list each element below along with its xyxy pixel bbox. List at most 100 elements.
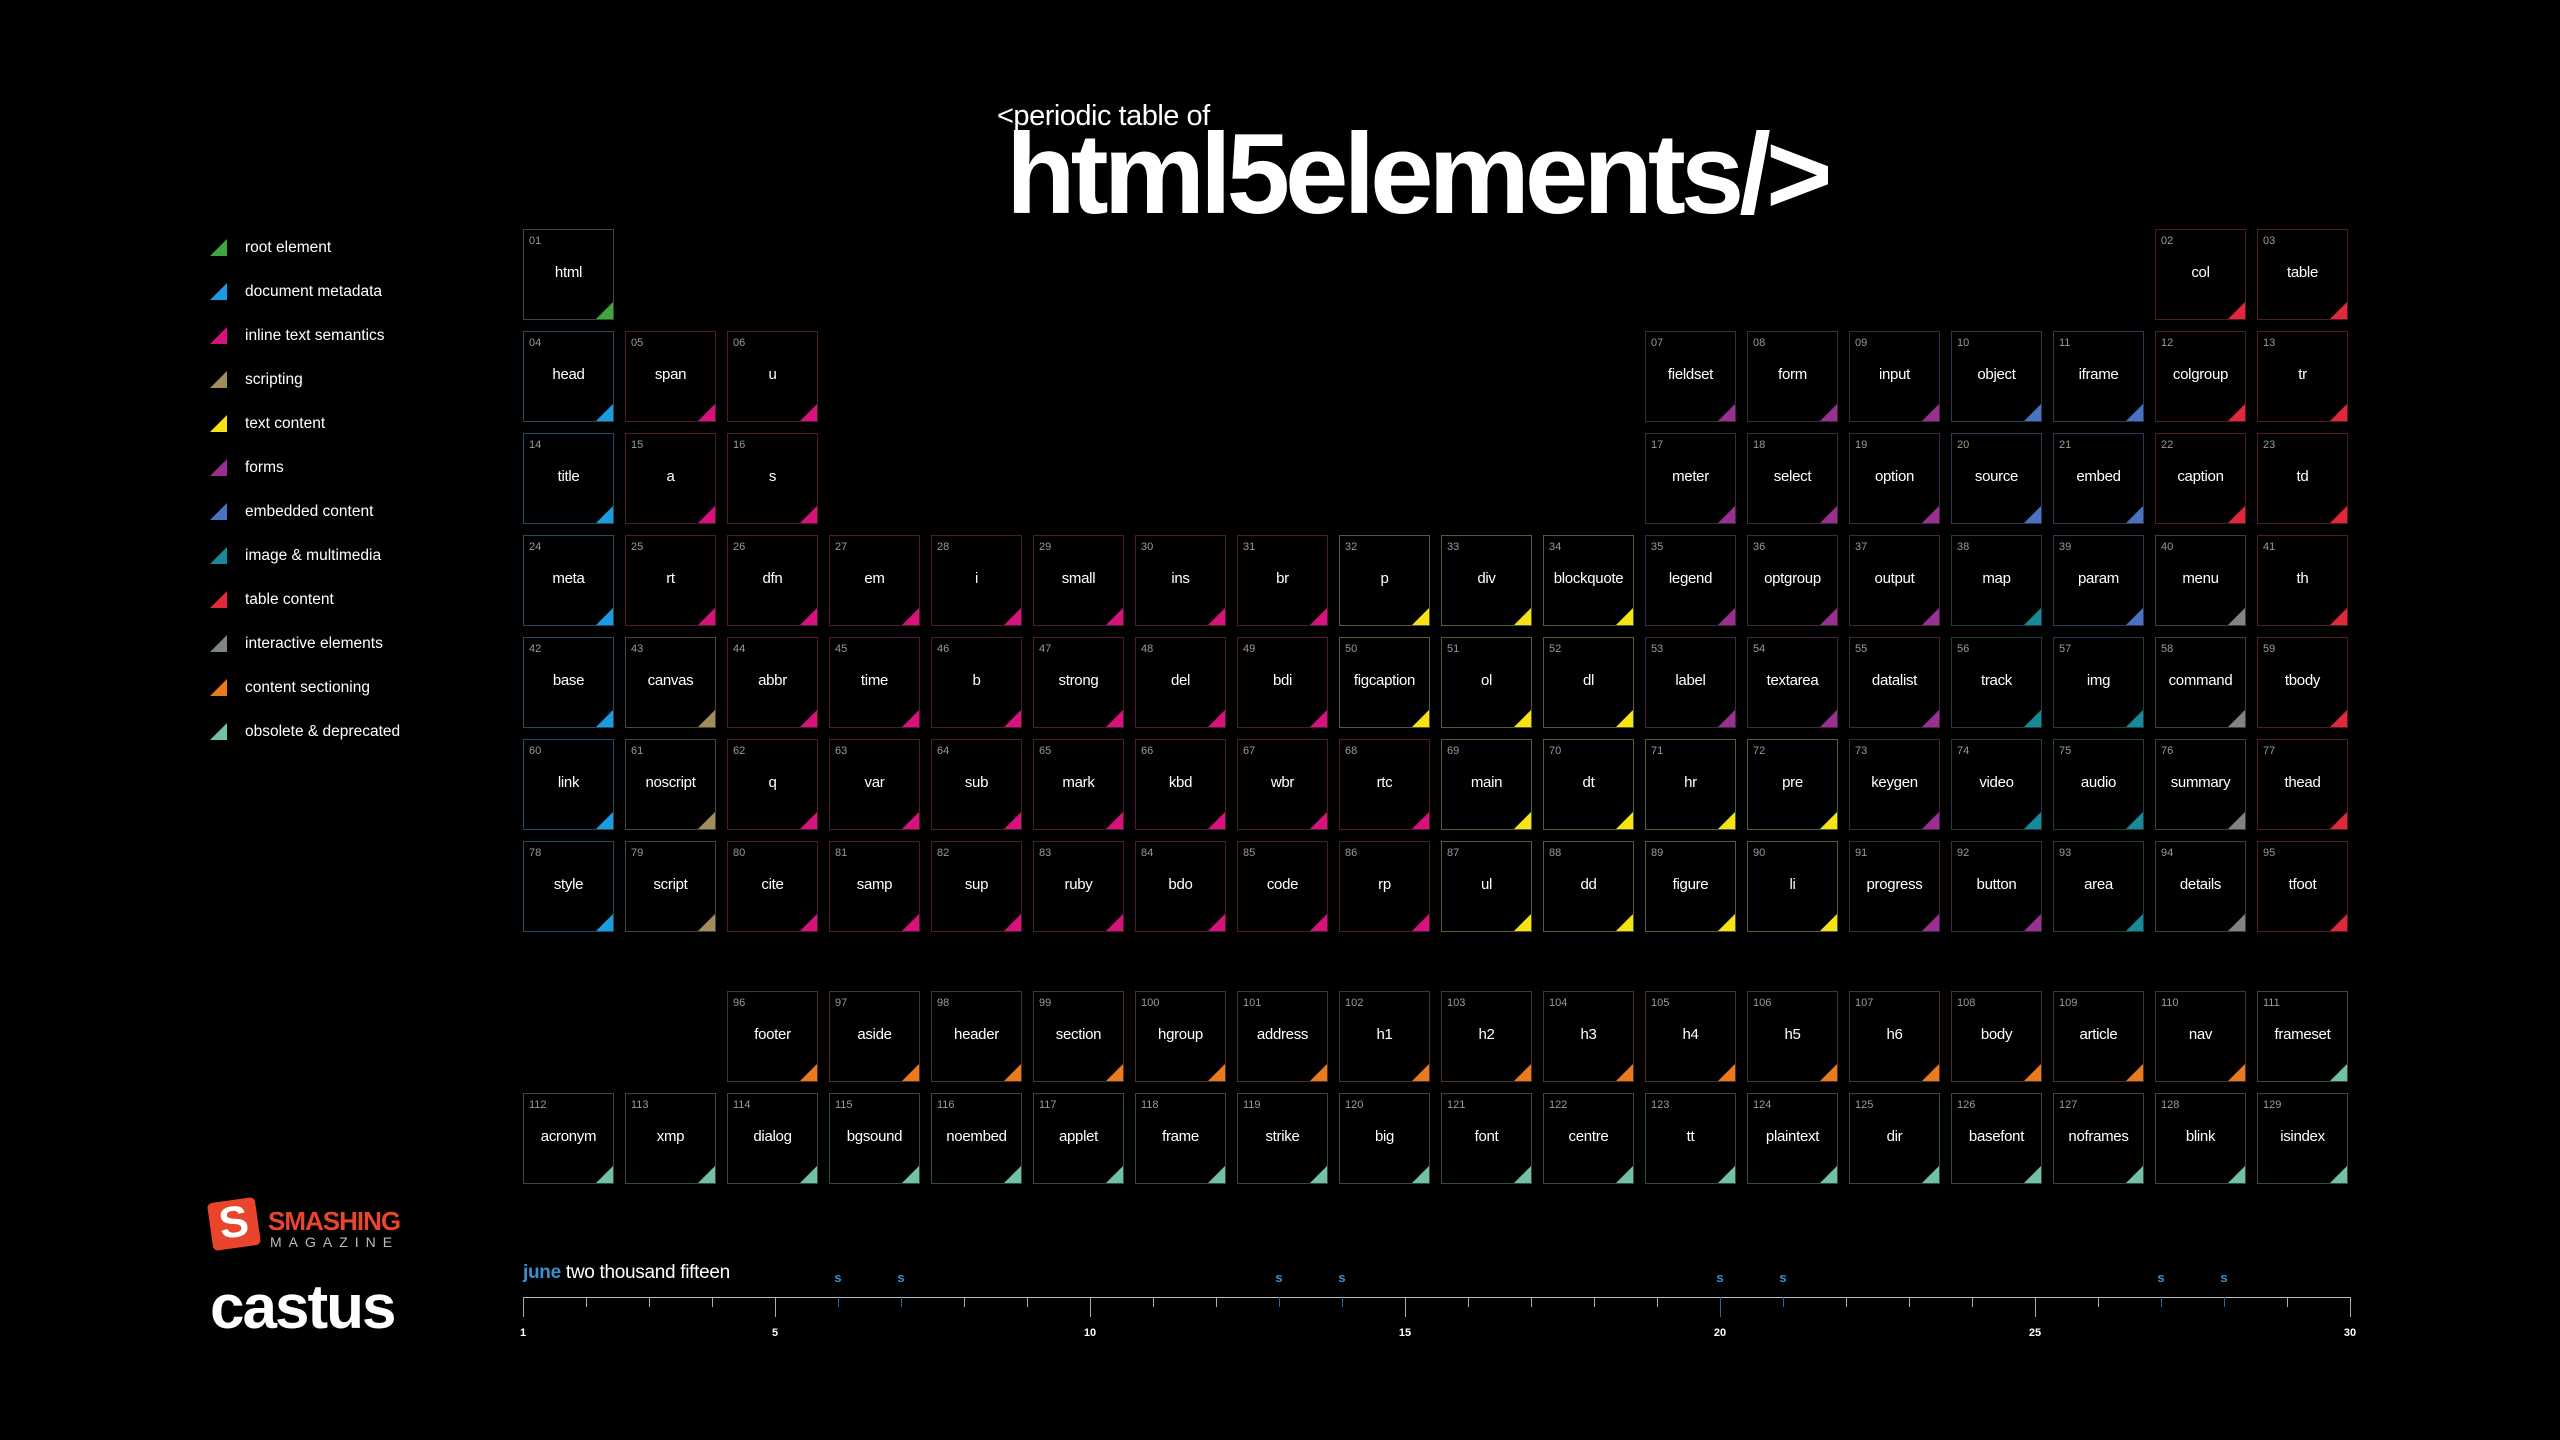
- category-triangle-icon: [2330, 812, 2347, 829]
- weekend-marker: s: [1716, 1270, 1724, 1285]
- category-triangle-icon: [596, 608, 613, 625]
- element-name: select: [1773, 468, 1812, 485]
- element-cell-meta: 24 meta: [523, 535, 614, 626]
- element-name: dir: [1886, 1128, 1903, 1145]
- category-triangle-icon: [596, 914, 613, 931]
- day-tick-7: [901, 1297, 902, 1307]
- legend-item-scripting: scripting: [210, 358, 400, 402]
- element-number: 105: [1651, 997, 1670, 1009]
- element-cell-canvas: 43 canvas: [625, 637, 716, 728]
- legend-item-media: image & multimedia: [210, 534, 400, 578]
- element-cell-ul: 87 ul: [1441, 841, 1532, 932]
- category-triangle-icon: [902, 710, 919, 727]
- element-name: label: [1675, 672, 1706, 689]
- category-triangle-icon: [1718, 1064, 1735, 1081]
- category-triangle-icon: [1412, 812, 1429, 829]
- category-triangle-icon: [2126, 506, 2143, 523]
- category-triangle-icon: [1208, 812, 1225, 829]
- element-name: s: [768, 468, 777, 485]
- category-triangle-icon: [2126, 404, 2143, 421]
- category-triangle-icon: [596, 812, 613, 829]
- weekend-marker: s: [2220, 1270, 2228, 1285]
- element-name: datalist: [1871, 672, 1918, 689]
- legend-item-table: table content: [210, 578, 400, 622]
- category-triangle-icon: [2126, 608, 2143, 625]
- element-number: 10: [1957, 337, 1970, 349]
- element-number: 77: [2263, 745, 2276, 757]
- element-cell-blockquote: 34 blockquote: [1543, 535, 1634, 626]
- legend-label: content sectioning: [245, 679, 370, 696]
- element-cell-select: 18 select: [1747, 433, 1838, 524]
- element-cell-button: 92 button: [1951, 841, 2042, 932]
- element-cell-u: 06 u: [727, 331, 818, 422]
- legend-item-metadata: document metadata: [210, 270, 400, 314]
- element-number: 05: [631, 337, 644, 349]
- day-label: 1: [519, 1327, 527, 1339]
- category-triangle-icon: [902, 1166, 919, 1183]
- element-name: video: [1979, 774, 2014, 791]
- day-tick-10: [1090, 1297, 1091, 1317]
- day-tick-8: [964, 1297, 965, 1307]
- element-number: 104: [1549, 997, 1568, 1009]
- element-number: 125: [1855, 1099, 1874, 1111]
- category-triangle-icon: [596, 1166, 613, 1183]
- element-number: 82: [937, 847, 950, 859]
- element-number: 13: [2263, 337, 2276, 349]
- category-triangle-icon: [1922, 506, 1939, 523]
- element-name: br: [1276, 570, 1289, 587]
- element-name: samp: [856, 876, 893, 893]
- element-number: 40: [2161, 541, 2174, 553]
- element-name: tfoot: [2288, 876, 2317, 893]
- element-name: blockquote: [1553, 570, 1624, 587]
- category-triangle-icon: [1208, 914, 1225, 931]
- element-name: section: [1055, 1026, 1102, 1043]
- element-number: 06: [733, 337, 746, 349]
- element-cell-output: 37 output: [1849, 535, 1940, 626]
- element-cell-noframes: 127 noframes: [2053, 1093, 2144, 1184]
- category-triangle-icon: [1412, 608, 1429, 625]
- element-cell-address: 101 address: [1237, 991, 1328, 1082]
- element-name: dt: [1582, 774, 1595, 791]
- element-name: main: [1470, 774, 1503, 791]
- element-number: 49: [1243, 643, 1256, 655]
- element-cell-hr: 71 hr: [1645, 739, 1736, 830]
- element-number: 63: [835, 745, 848, 757]
- calendar-year: two thousand fifteen: [565, 1262, 730, 1283]
- category-triangle-icon: [902, 1064, 919, 1081]
- element-name: bdi: [1272, 672, 1293, 689]
- element-cell-meter: 17 meter: [1645, 433, 1736, 524]
- element-cell-centre: 122 centre: [1543, 1093, 1634, 1184]
- category-triangle-icon: [2024, 710, 2041, 727]
- category-triangle-icon: [698, 506, 715, 523]
- element-cell-big: 120 big: [1339, 1093, 1430, 1184]
- element-name: li: [1789, 876, 1796, 893]
- category-triangle-icon: [1922, 404, 1939, 421]
- day-label: 30: [2343, 1327, 2357, 1339]
- element-cell-rp: 86 rp: [1339, 841, 1430, 932]
- category-triangle-icon: [2330, 506, 2347, 523]
- element-number: 23: [2263, 439, 2276, 451]
- element-cell-ins: 30 ins: [1135, 535, 1226, 626]
- day-label: 10: [1083, 1327, 1097, 1339]
- category-triangle-icon: [2330, 914, 2347, 931]
- element-cell-map: 38 map: [1951, 535, 2042, 626]
- timeline-axis: [523, 1297, 2350, 1298]
- element-number: 84: [1141, 847, 1154, 859]
- category-triangle-icon: [1820, 608, 1837, 625]
- element-number: 44: [733, 643, 746, 655]
- category-triangle-icon: [800, 404, 817, 421]
- element-number: 68: [1345, 745, 1358, 757]
- category-triangle-icon: [800, 1166, 817, 1183]
- day-tick-17: [1531, 1297, 1532, 1307]
- category-triangle-icon: [2228, 302, 2245, 319]
- element-cell-blink: 128 blink: [2155, 1093, 2246, 1184]
- element-number: 106: [1753, 997, 1772, 1009]
- publisher-name: SMASHING: [268, 1206, 401, 1236]
- element-number: 53: [1651, 643, 1664, 655]
- element-name: abbr: [758, 672, 787, 689]
- category-triangle-icon: [800, 1064, 817, 1081]
- category-triangle-icon: [1820, 506, 1837, 523]
- element-name: iframe: [2078, 366, 2119, 383]
- category-triangle-icon: [1310, 914, 1327, 931]
- element-number: 111: [2263, 997, 2280, 1009]
